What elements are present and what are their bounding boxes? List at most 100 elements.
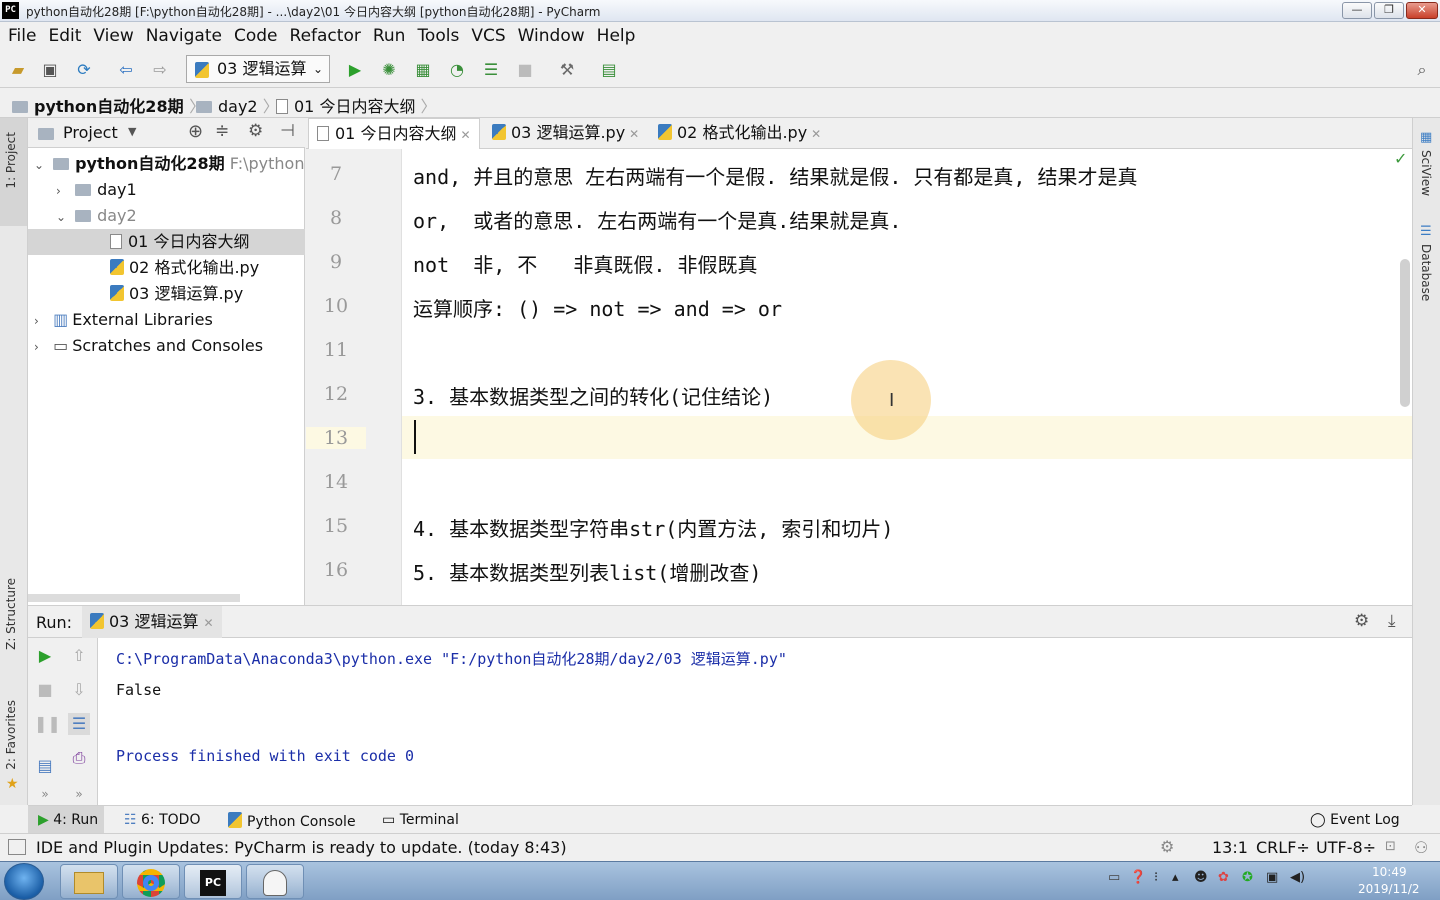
keyboard-icon[interactable]: ▭ — [1108, 870, 1120, 885]
minimize-button[interactable]: — — [1342, 2, 1372, 19]
back-icon[interactable]: ⇦ — [116, 60, 136, 80]
clock-date[interactable]: 2019/11/2 — [1358, 882, 1420, 896]
pause-icon[interactable]: ❚❚ — [34, 713, 61, 735]
restore-button[interactable]: ❐ — [1374, 2, 1404, 19]
menu-view[interactable]: View — [93, 26, 133, 46]
close-tab-icon[interactable]: ✕ — [204, 616, 214, 630]
stop-icon[interactable]: ■ — [515, 60, 535, 80]
app-tray-icon[interactable]: ✿ — [1218, 870, 1229, 885]
clock-time[interactable]: 10:49 — [1372, 865, 1407, 879]
sciview-tool-tab[interactable]: SciView — [1419, 150, 1433, 196]
search-icon[interactable]: ⌕ — [1412, 60, 1432, 80]
print-icon[interactable]: ⎙ — [68, 747, 90, 769]
hide-panel-icon[interactable]: ⤓ — [1388, 611, 1396, 631]
tree-item-day1[interactable]: › day1 — [28, 177, 305, 203]
run-tab[interactable]: 03 逻辑运算 ✕ — [82, 606, 222, 638]
close-tab-icon[interactable]: ✕ — [629, 127, 639, 141]
python-console-tab[interactable]: Python Console — [228, 812, 356, 830]
terminal-tab[interactable]: ▭ Terminal — [382, 812, 459, 828]
app-tray-icon[interactable]: ✪ — [1242, 870, 1253, 885]
menu-edit[interactable]: Edit — [48, 26, 81, 46]
up-icon[interactable]: ⇧ — [68, 645, 90, 667]
save-icon[interactable]: ▣ — [40, 60, 60, 80]
soft-wrap-icon[interactable]: ☰ — [68, 713, 90, 735]
run-console[interactable]: ▶ ⇧ ■ ⇩ ❚❚ ☰ ▤ ⎙ » » C:\ProgramData\Anac… — [28, 638, 1412, 805]
rerun-icon[interactable]: ▶ — [34, 645, 56, 667]
horizontal-scrollbar[interactable] — [28, 594, 240, 602]
chrome-taskbar-icon[interactable] — [122, 864, 180, 899]
close-tab-icon[interactable]: ✕ — [811, 127, 821, 141]
structure-tool-tab[interactable]: Z: Structure — [4, 578, 18, 650]
settings-wrench-icon[interactable]: ⚒ — [557, 60, 577, 80]
close-button[interactable]: ✕ — [1406, 2, 1438, 19]
status-message[interactable]: IDE and Plugin Updates: PyCharm is ready… — [36, 838, 567, 857]
run-config-dropdown[interactable]: 03 逻辑运算 ⌄ — [186, 55, 330, 83]
tree-item-file-logic[interactable]: 03 逻辑运算.py — [28, 281, 305, 307]
tab-logic[interactable]: 03 逻辑运算.py ✕ — [484, 118, 647, 148]
run-icon[interactable]: ▶ — [345, 60, 365, 80]
tree-item-external-libraries[interactable]: › ▥ External Libraries — [28, 307, 305, 333]
sync-icon[interactable]: ⟳ — [74, 60, 94, 80]
lock-icon[interactable]: ⊡ — [1385, 839, 1396, 854]
inspection-icon[interactable]: ⚙ — [1160, 837, 1174, 856]
tree-item-day2[interactable]: ⌄ day2 — [28, 203, 305, 229]
help-icon[interactable]: ❓ — [1130, 870, 1146, 885]
volume-icon[interactable]: ◀) — [1290, 870, 1305, 885]
qq-icon[interactable]: ☻ — [1194, 870, 1208, 885]
hide-icon[interactable]: ⊣ — [280, 121, 295, 141]
pycharm-taskbar-icon[interactable]: PC — [184, 864, 242, 899]
menu-vcs[interactable]: VCS — [471, 26, 505, 46]
open-folder-icon[interactable]: ▰ — [8, 60, 28, 80]
todo-tool-tab[interactable]: ☷ 6: TODO — [124, 812, 200, 828]
locate-icon[interactable]: ⊕ — [188, 121, 203, 142]
event-log-tab[interactable]: ◯ Event Log — [1310, 812, 1400, 828]
menu-tools[interactable]: Tools — [417, 26, 459, 46]
inspector-icon[interactable]: ⚇ — [1414, 838, 1428, 857]
breadcrumb-file[interactable]: 01 今日内容大纲 〉 — [276, 93, 437, 117]
network-icon[interactable]: ▣ — [1266, 870, 1278, 885]
stop-icon[interactable]: ■ — [34, 679, 56, 701]
collapse-all-icon[interactable]: ≑ — [215, 121, 229, 141]
menu-help[interactable]: Help — [597, 26, 636, 46]
concurrency-icon[interactable]: ☰ — [481, 60, 501, 80]
menu-file[interactable]: File — [8, 26, 36, 46]
line-separator[interactable]: CRLF÷ — [1256, 838, 1310, 857]
more-icon[interactable]: » — [68, 783, 90, 805]
menu-run[interactable]: Run — [373, 26, 406, 46]
notification-icon[interactable] — [8, 839, 26, 855]
vertical-scrollbar[interactable] — [1400, 259, 1410, 407]
start-button[interactable] — [4, 863, 44, 900]
coverage-icon[interactable]: ▦ — [413, 60, 433, 80]
layout-icon[interactable]: ▤ — [34, 755, 56, 777]
menu-window[interactable]: Window — [518, 26, 585, 46]
show-hidden-icon[interactable]: ▴ — [1172, 870, 1179, 885]
tab-format[interactable]: 02 格式化输出.py ✕ — [650, 118, 829, 148]
code-editor[interactable]: 7 8 9 10 11 12 13 14 15 16 and, 并且的意思 左右… — [306, 149, 1412, 605]
tree-item-file-outline[interactable]: 01 今日内容大纲 — [28, 229, 305, 255]
more-icon[interactable]: » — [34, 783, 56, 805]
debug-icon[interactable]: ✺ — [379, 60, 399, 80]
caret-position[interactable]: 13:1 — [1212, 838, 1248, 857]
gear-icon[interactable]: ⚙ — [248, 121, 263, 141]
project-tool-tab[interactable]: 1: Project — [4, 132, 18, 189]
down-icon[interactable]: ⇩ — [68, 679, 90, 701]
tree-item-scratches[interactable]: › ▭ Scratches and Consoles — [28, 333, 305, 359]
run-tool-tab[interactable]: ▶ 4: Run — [38, 812, 98, 828]
forward-icon[interactable]: ⇨ — [150, 60, 170, 80]
menu-navigate[interactable]: Navigate — [146, 26, 222, 46]
explorer-taskbar-icon[interactable] — [60, 864, 118, 899]
menu-refactor[interactable]: Refactor — [290, 26, 361, 46]
tree-root[interactable]: ⌄ python自动化28期 F:\python — [28, 151, 305, 177]
breadcrumb-day2[interactable]: day2 〉 — [196, 93, 279, 117]
tray-icon[interactable]: ⁝ — [1154, 870, 1158, 885]
favorites-tool-tab[interactable]: 2: Favorites — [4, 700, 18, 770]
close-tab-icon[interactable]: ✕ — [460, 128, 470, 142]
profile-icon[interactable]: ◔ — [447, 60, 467, 80]
database-tool-tab[interactable]: Database — [1419, 244, 1433, 301]
tree-item-file-format[interactable]: 02 格式化输出.py — [28, 255, 305, 281]
menu-code[interactable]: Code — [234, 26, 278, 46]
gear-icon[interactable]: ⚙ — [1354, 611, 1369, 631]
file-encoding[interactable]: UTF-8÷ — [1316, 838, 1376, 857]
tab-outline[interactable]: 01 今日内容大纲 ✕ — [308, 118, 480, 149]
project-view-dropdown[interactable]: Project — [63, 123, 118, 142]
